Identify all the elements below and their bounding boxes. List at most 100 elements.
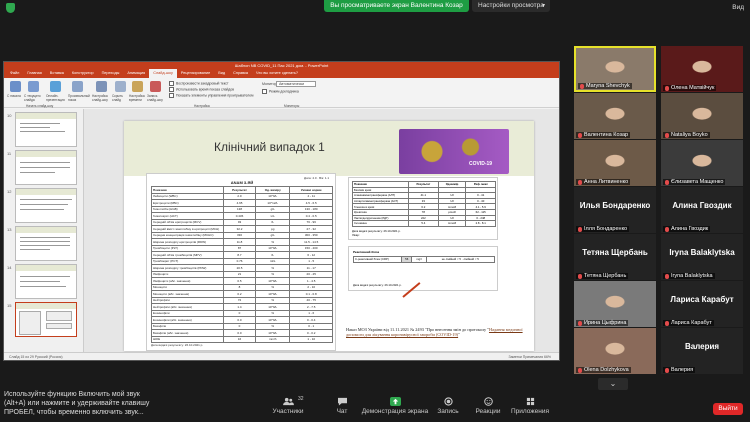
ppt-tab-view[interactable]: Вид <box>214 69 229 78</box>
btn-current-label: С текущего слайда <box>24 94 41 102</box>
rehearse-timings-icon[interactable] <box>132 81 143 92</box>
ppt-tab-transitions[interactable]: Переходы <box>98 69 124 78</box>
btn-setup-label: Настройка слайд-шоу <box>92 94 108 102</box>
btn-hide-label: Скрыть слайд <box>112 94 123 102</box>
current-slide-icon[interactable] <box>28 81 39 92</box>
slide-thumbnails-panel: 10 11 12 13 14 15 <box>4 109 84 353</box>
gallery-next-page-button[interactable]: ⌄ <box>598 378 628 390</box>
chk-presenter-view[interactable]: Режим докладчика <box>262 89 299 94</box>
participant-tile[interactable]: Илья Бондаренко Ілля Бондаренко <box>574 187 656 233</box>
participant-display-name: Алина Гвоздик <box>672 201 732 210</box>
order-text-post: " <box>458 332 460 338</box>
slide-preview <box>15 302 77 337</box>
chevron-down-icon: ⌄ <box>609 379 617 388</box>
muted-mic-icon <box>578 367 582 373</box>
participant-tile[interactable]: Iryna Balaklytska Iryna Balaklytska <box>661 234 743 280</box>
view-settings-label: Настройки просмотра <box>478 2 544 9</box>
crp-ref: не лінійний < 5 · лінійний < 5 <box>425 256 496 263</box>
doc3-footer: Дата видачі результату: 26.10.2021 р. <box>353 283 402 287</box>
monitor-select[interactable]: Автоматически <box>276 81 316 87</box>
ppt-tab-help[interactable]: Справка <box>229 69 252 78</box>
security-shield-icon[interactable] <box>6 3 15 13</box>
participant-display-name: Лариса Карабут <box>670 295 734 304</box>
blood-test-document: Дата: 4.0 · Вік: 1.1 ANAM 3-ЯЙ Показник Р… <box>146 173 336 351</box>
participant-tile[interactable]: Тетяна Щербань Тетяна Щербань <box>574 234 656 280</box>
participant-tile[interactable]: Анна Литвиненко <box>574 140 656 186</box>
bio-cell: 5.4 <box>408 220 439 227</box>
status-right[interactable]: Заметки Примечания 66% <box>508 353 551 360</box>
start-slideshow-icon[interactable] <box>10 81 21 92</box>
ppt-window-title: Шаблон NB COVID_11 Пас 2021 дом. - Power… <box>234 63 329 68</box>
participant-tile[interactable]: Maryna Shevchyk <box>574 46 656 92</box>
lab-table-row: ШОЕ 16 mm/h 1 - 10 <box>151 335 333 343</box>
participant-caption: Алина Гвоздик <box>663 226 711 232</box>
zoom-top-bar: Вы просматриваете экран Валентина Козар … <box>0 0 750 14</box>
ppt-tab-file[interactable]: Файл <box>6 69 23 78</box>
participant-tile[interactable]: Ирина Цыфрина <box>574 281 656 327</box>
chk-media-controls[interactable]: Показать элементы управления проигрывате… <box>169 93 253 98</box>
participant-caption: Тетяна Щербань <box>576 273 629 279</box>
ppt-title-bar: Шаблон NB COVID_11 Пас 2021 дом. - Power… <box>4 62 559 69</box>
participant-caption: Nataliya Boyko <box>663 132 710 138</box>
participant-tile[interactable]: Olena Dolzhykova <box>574 328 656 374</box>
covid-image-label: COVID-19 <box>469 161 493 167</box>
btn-record-label: Запись слайд-шоу <box>147 94 163 102</box>
slide-number: 13 <box>7 227 12 232</box>
biochemistry-document: Показник Результат Од.вимір Реф. межі Біохі… <box>348 177 498 240</box>
custom-show-icon[interactable] <box>72 81 83 92</box>
apps-button[interactable]: Приложения <box>500 397 560 415</box>
slide-thumbnail[interactable]: 10 <box>4 111 84 149</box>
participant-tile[interactable]: Олена Матвійчук <box>661 46 743 92</box>
participant-tile[interactable]: Алина Гвоздик Алина Гвоздик <box>661 187 743 233</box>
chk-timings[interactable]: Использовать время показа слайдов <box>169 87 234 92</box>
crp-name: С-реактивний білок (CRP) <box>353 256 402 263</box>
online-present-icon[interactable] <box>50 81 61 92</box>
ppt-tab-slideshow[interactable]: Слайд-шоу <box>149 69 177 78</box>
zoom-window: Вы просматриваете экран Валентина Козар … <box>0 0 750 422</box>
participant-name: Ирина Цыфрина <box>584 320 627 326</box>
crp-table: С-реактивний білок (CRP) 56 mg/l не ліні… <box>353 256 496 263</box>
participant-tile[interactable]: Валерия Валерия <box>661 328 743 374</box>
participant-caption: Maryna Shevchyk <box>578 83 632 89</box>
leave-meeting-button[interactable]: Выйти <box>713 403 743 415</box>
participant-caption: Olena Dolzhykova <box>576 367 631 373</box>
slide-thumbnail[interactable]: 11 <box>4 149 84 187</box>
participant-name: Єлизавета Мащенко <box>671 179 724 185</box>
participant-tile[interactable]: Лариса Карабут Лариса Карабут <box>661 281 743 327</box>
ministry-order-text: Наказ МОЗ України від 11.11.2021 № 2493 … <box>346 327 531 337</box>
slide-thumbnail-active[interactable]: 15 <box>4 301 84 339</box>
shared-powerpoint-window: Шаблон NB COVID_11 Пас 2021 дом. - Power… <box>3 61 560 361</box>
participant-display-name: Тетяна Щербань <box>582 248 648 257</box>
ppt-tab-animations[interactable]: Анимация <box>123 69 149 78</box>
apps-label: Приложения <box>510 408 550 415</box>
view-settings-button[interactable]: Настройки просмотра ▾ <box>472 0 550 12</box>
slide-thumbnail[interactable]: 12 <box>4 187 84 225</box>
covid-virus-image <box>399 129 509 174</box>
ppt-tab-review[interactable]: Рецензирование <box>177 69 214 78</box>
setup-slideshow-icon[interactable] <box>96 81 107 92</box>
participant-name: Ілля Бондаренко <box>584 226 628 232</box>
participant-name: Олена Матвійчук <box>671 85 715 91</box>
participant-tile[interactable]: Валентина Козар <box>574 93 656 139</box>
hide-slide-icon[interactable] <box>115 81 126 92</box>
participants-button[interactable]: Участники <box>258 397 318 415</box>
share-screen-icon <box>389 397 401 406</box>
participant-name: Анна Литвиненко <box>584 179 629 185</box>
participant-tile[interactable]: Nataliya Boyko <box>661 93 743 139</box>
view-mode-button[interactable]: Вид <box>732 4 744 11</box>
record-slideshow-icon[interactable] <box>150 81 161 92</box>
ppt-tab-design[interactable]: Конструктор <box>68 69 98 78</box>
ppt-tab-insert[interactable]: Вставка <box>46 69 68 78</box>
participant-tile[interactable]: Єлизавета Мащенко <box>661 140 743 186</box>
ppt-tab-home[interactable]: Главная <box>23 69 45 78</box>
bio-cell: mmol/l <box>437 220 467 227</box>
btn-rehearse-label: Настройка времени <box>129 94 145 102</box>
participant-name: Iryna Balaklytska <box>671 273 713 279</box>
participant-caption: Валерия <box>663 367 696 373</box>
chk-narration[interactable]: Воспроизвести закадровый текст <box>169 81 229 86</box>
slide-preview <box>15 112 77 147</box>
slide-thumbnail[interactable]: 14 <box>4 263 84 301</box>
muted-mic-icon <box>578 179 582 185</box>
ppt-tell-me[interactable]: Что вы хотите сделать? <box>252 69 302 78</box>
slide-thumbnail[interactable]: 13 <box>4 225 84 263</box>
